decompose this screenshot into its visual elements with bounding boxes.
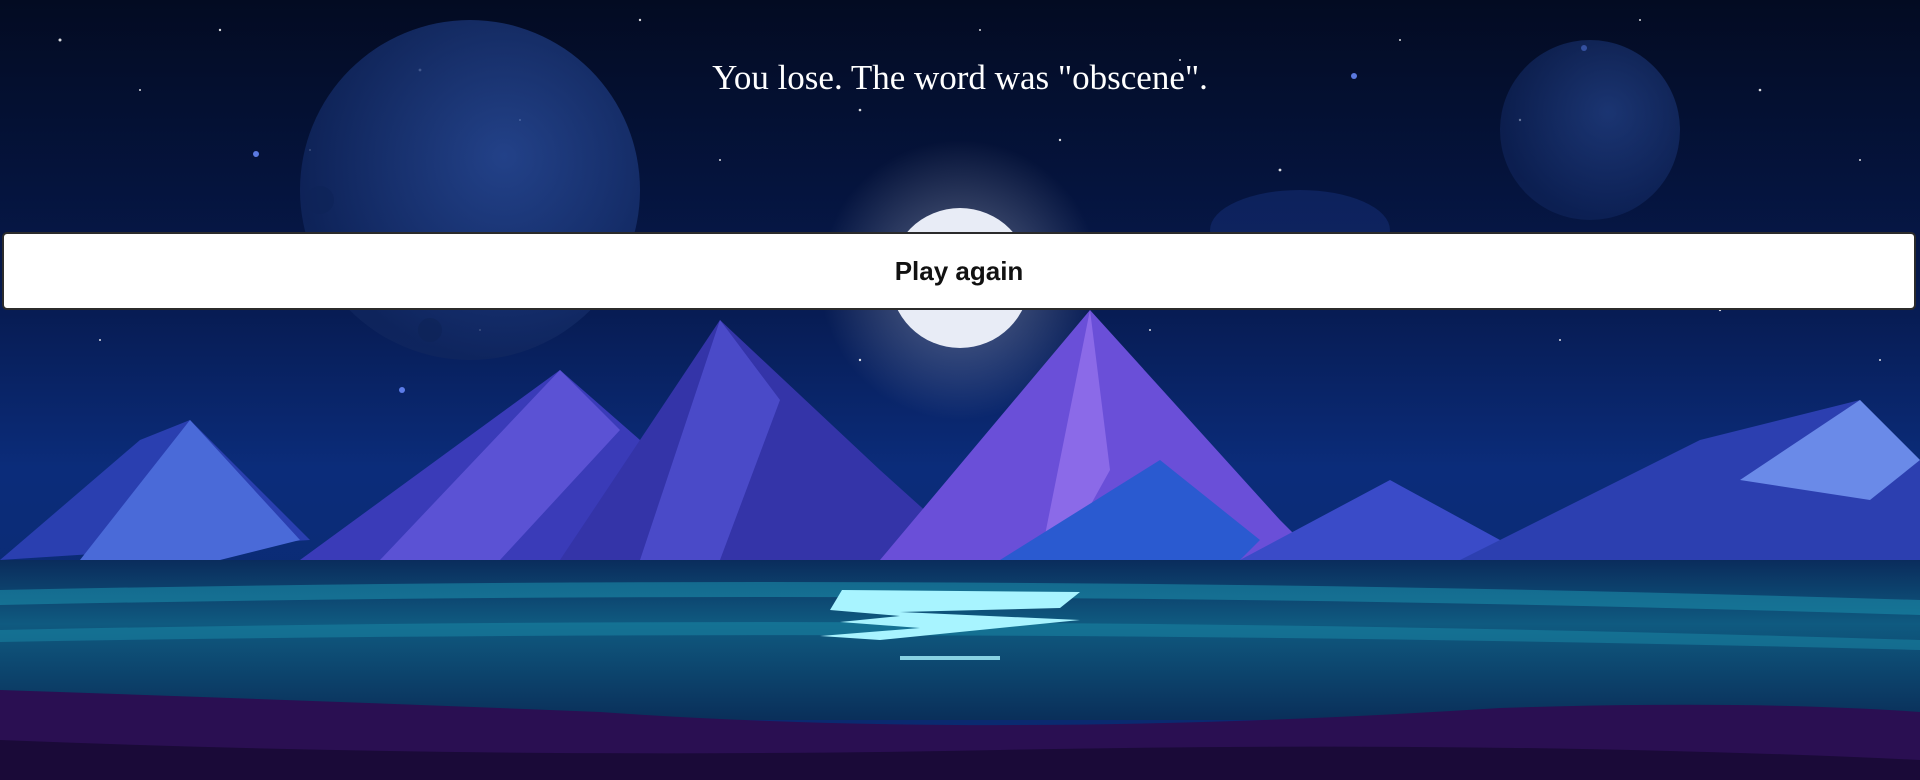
play-again-button[interactable]: Play again [2, 232, 1916, 310]
result-message: You lose. The word was "obscene". [712, 58, 1208, 97]
night-landscape-background [0, 0, 1920, 780]
